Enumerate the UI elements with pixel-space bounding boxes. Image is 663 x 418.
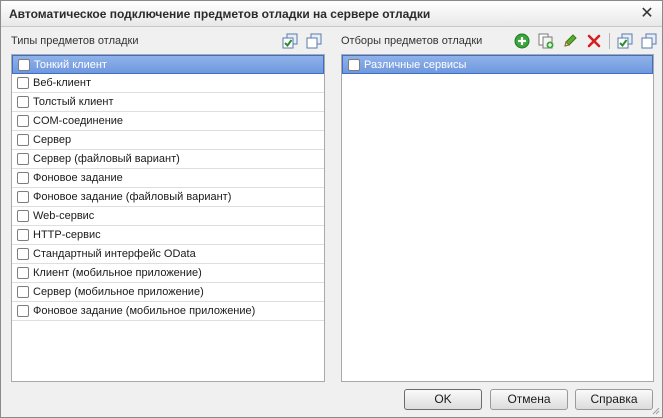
- item-label: HTTP-сервис: [33, 229, 101, 241]
- item-label: Толстый клиент: [33, 96, 114, 108]
- item-checkbox[interactable]: [17, 191, 29, 203]
- list-item[interactable]: Web-сервис: [12, 207, 324, 226]
- list-item[interactable]: Сервер (мобильное приложение): [12, 283, 324, 302]
- right-toolbar: [507, 32, 658, 50]
- copy-icon[interactable]: [537, 32, 555, 50]
- item-label: COM-соединение: [33, 115, 124, 127]
- help-button[interactable]: Справка: [575, 389, 653, 410]
- item-checkbox[interactable]: [17, 286, 29, 298]
- item-label: Тонкий клиент: [34, 58, 107, 71]
- item-label: Клиент (мобильное приложение): [33, 267, 202, 279]
- list-item[interactable]: Клиент (мобильное приложение): [12, 264, 324, 283]
- list-item[interactable]: HTTP-сервис: [12, 226, 324, 245]
- list-item[interactable]: Тонкий клиент: [12, 55, 324, 74]
- item-label: Web-сервис: [33, 210, 95, 222]
- window-title: Автоматическое подключение предметов отл…: [9, 7, 431, 21]
- list-item[interactable]: COM-соединение: [12, 112, 324, 131]
- item-label: Различные сервисы: [364, 58, 467, 71]
- list-item[interactable]: Фоновое задание (мобильное приложение): [12, 302, 324, 321]
- left-toolbar: [275, 32, 323, 50]
- item-checkbox[interactable]: [348, 58, 360, 71]
- list-item[interactable]: Различные сервисы: [342, 55, 653, 74]
- delete-icon[interactable]: [585, 32, 603, 50]
- uncheck-all-icon[interactable]: [305, 32, 323, 50]
- item-checkbox[interactable]: [17, 77, 29, 89]
- add-icon[interactable]: [513, 32, 531, 50]
- list-item[interactable]: Веб-клиент: [12, 74, 324, 93]
- ok-button[interactable]: OK: [404, 389, 482, 410]
- title-bar[interactable]: Автоматическое подключение предметов отл…: [1, 1, 662, 27]
- item-checkbox[interactable]: [17, 153, 29, 165]
- item-checkbox[interactable]: [17, 229, 29, 241]
- item-checkbox[interactable]: [18, 58, 30, 71]
- dialog-window: Автоматическое подключение предметов отл…: [0, 0, 663, 418]
- item-label: Сервер (файловый вариант): [33, 153, 180, 165]
- check-all-icon[interactable]: [281, 32, 299, 50]
- uncheck-all-icon[interactable]: [640, 32, 658, 50]
- item-checkbox[interactable]: [17, 210, 29, 222]
- item-label: Фоновое задание (мобильное приложение): [33, 305, 256, 317]
- list-item[interactable]: Фоновое задание: [12, 169, 324, 188]
- list-item[interactable]: Фоновое задание (файловый вариант): [12, 188, 324, 207]
- toolbar-separator: [609, 33, 610, 49]
- debug-item-filters-list[interactable]: Различные сервисы: [341, 54, 654, 382]
- item-checkbox[interactable]: [17, 96, 29, 108]
- item-label: Сервер (мобильное приложение): [33, 286, 204, 298]
- item-checkbox[interactable]: [17, 305, 29, 317]
- item-checkbox[interactable]: [17, 115, 29, 127]
- close-icon[interactable]: ✕: [638, 5, 656, 23]
- left-panel-label: Типы предметов отладки: [11, 35, 139, 47]
- resize-grip-icon[interactable]: [650, 405, 660, 415]
- list-item[interactable]: Сервер (файловый вариант): [12, 150, 324, 169]
- edit-icon[interactable]: [561, 32, 579, 50]
- item-checkbox[interactable]: [17, 172, 29, 184]
- list-item[interactable]: Стандартный интерфейс OData: [12, 245, 324, 264]
- list-item[interactable]: Толстый клиент: [12, 93, 324, 112]
- item-label: Веб-клиент: [33, 77, 92, 89]
- check-all-icon[interactable]: [616, 32, 634, 50]
- item-checkbox[interactable]: [17, 267, 29, 279]
- item-label: Фоновое задание (файловый вариант): [33, 191, 232, 203]
- item-checkbox[interactable]: [17, 134, 29, 146]
- item-checkbox[interactable]: [17, 248, 29, 260]
- cancel-button[interactable]: Отмена: [490, 389, 568, 410]
- right-panel-label: Отборы предметов отладки: [341, 35, 483, 47]
- list-item[interactable]: Сервер: [12, 131, 324, 150]
- debug-item-types-list[interactable]: Тонкий клиент Веб-клиент Толстый клиент COM…: [11, 54, 325, 382]
- item-label: Сервер: [33, 134, 72, 146]
- item-label: Фоновое задание: [33, 172, 123, 184]
- item-label: Стандартный интерфейс OData: [33, 248, 196, 260]
